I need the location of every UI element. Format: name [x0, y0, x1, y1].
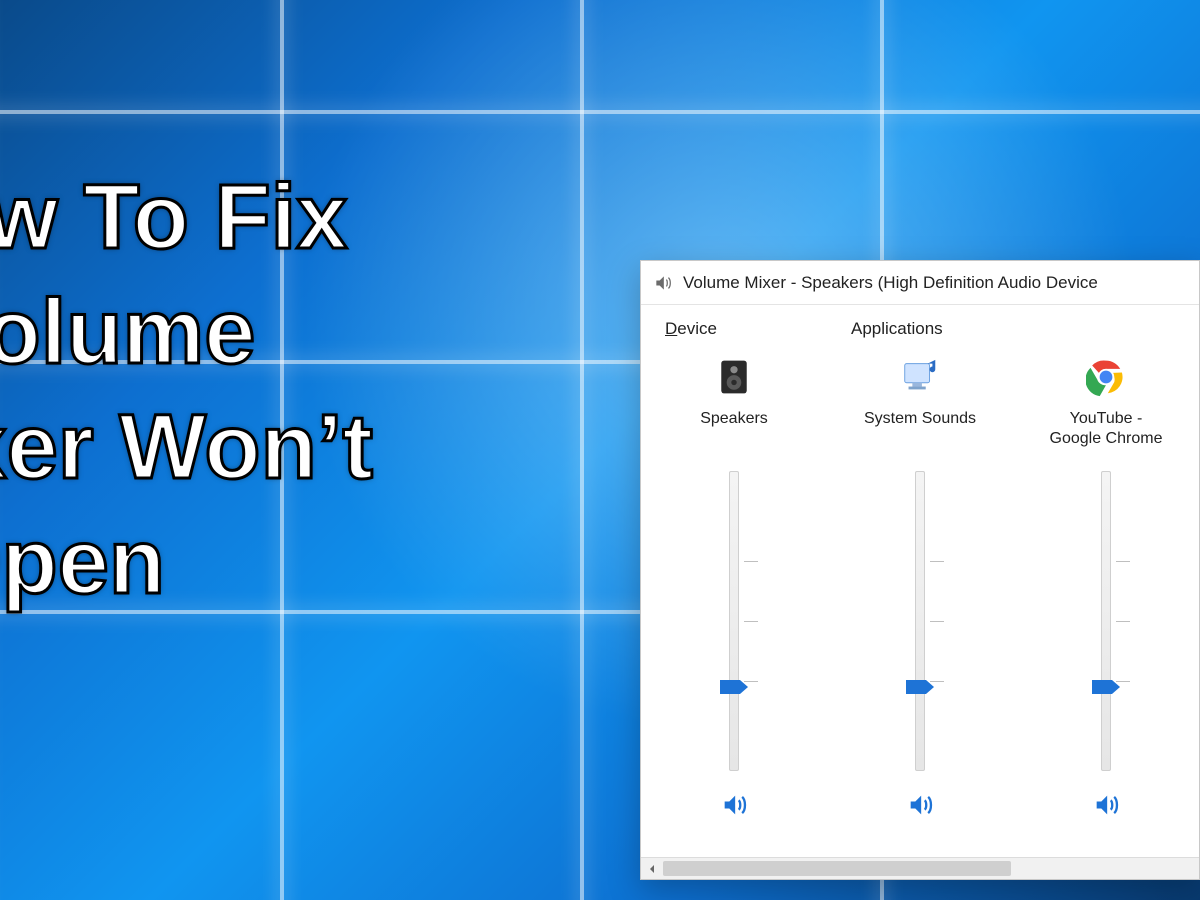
applications-column-2: YouTube - Google Chrome — [1013, 305, 1199, 857]
mute-button-speakers[interactable] — [720, 791, 748, 819]
titlebar[interactable]: Volume Mixer - Speakers (High Definition… — [641, 261, 1199, 305]
scroll-left-button[interactable] — [641, 858, 663, 879]
volume-slider-system-sounds[interactable] — [900, 471, 940, 771]
volume-mixer-window: Volume Mixer - Speakers (High Definition… — [640, 260, 1200, 880]
slider-thumb[interactable] — [1092, 680, 1120, 694]
desktop-wallpaper: ow To Fix Volume ixer Won’t Open Volume … — [0, 0, 1200, 900]
mute-button-system-sounds[interactable] — [906, 791, 934, 819]
mixer-body: Device Speakers — [641, 305, 1199, 857]
slider-thumb[interactable] — [720, 680, 748, 694]
window-title: Volume Mixer - Speakers (High Definition… — [683, 273, 1098, 293]
horizontal-scrollbar[interactable] — [641, 857, 1199, 879]
volume-slider-speakers[interactable] — [714, 471, 754, 771]
scrollbar-track[interactable] — [663, 858, 1199, 879]
channel-label: YouTube - Google Chrome — [1021, 409, 1191, 453]
channel-label: System Sounds — [835, 409, 1005, 453]
mute-button-chrome[interactable] — [1092, 791, 1120, 819]
applications-column-1: Applications System Sounds — [827, 305, 1013, 857]
device-section-label: Device — [665, 319, 717, 341]
scrollbar-thumb[interactable] — [663, 861, 1011, 876]
system-sounds-icon[interactable] — [898, 355, 942, 399]
applications-section-label: Applications — [851, 319, 943, 341]
applications-section-label-spacer — [1037, 319, 1042, 341]
chrome-icon[interactable] — [1084, 355, 1128, 399]
speaker-device-icon[interactable] — [712, 355, 756, 399]
thumbnail-headline: ow To Fix Volume ixer Won’t Open — [0, 160, 730, 620]
channel-label: Speakers — [649, 409, 819, 453]
slider-thumb[interactable] — [906, 680, 934, 694]
speaker-icon — [653, 273, 673, 293]
volume-slider-chrome[interactable] — [1086, 471, 1126, 771]
device-column: Device Speakers — [641, 305, 827, 857]
